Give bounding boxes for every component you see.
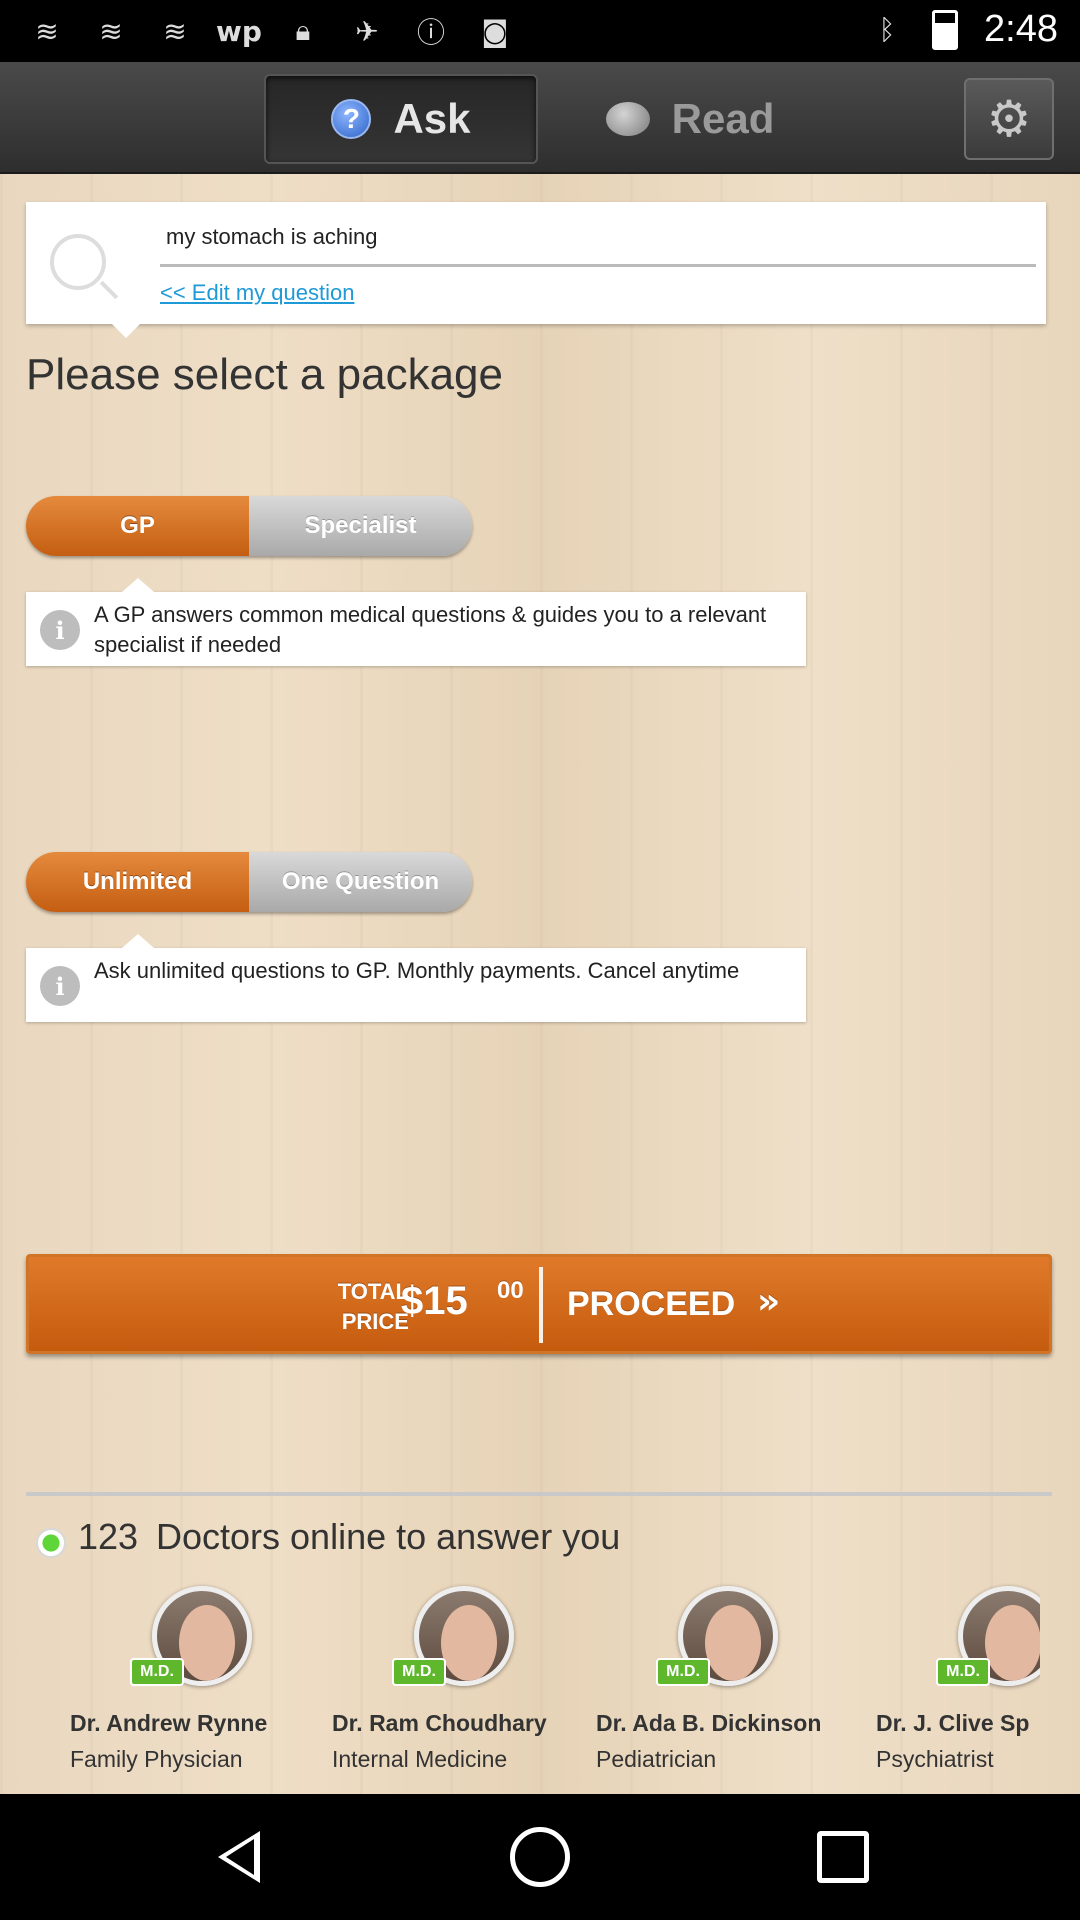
package-type-toggle: GP Specialist — [26, 496, 472, 556]
info-pointer — [122, 578, 154, 592]
status-bar: ≋ ≋ ≋ wp 🔒︎ ✈︎ ⓘ ◙ ᛒ 2:48 — [0, 0, 1080, 62]
proceed-button[interactable]: PROCEED — [567, 1285, 735, 1324]
notification-icon: ≋ — [163, 14, 187, 48]
package-type-info: i A GP answers common medical questions … — [26, 578, 806, 666]
gp-option[interactable]: GP — [26, 496, 249, 556]
tab-read[interactable]: Read — [590, 74, 790, 164]
total-price-cents: 00 — [497, 1277, 524, 1304]
one-question-option[interactable]: One Question — [249, 852, 472, 912]
double-chevron-right-icon[interactable]: » — [757, 1281, 780, 1322]
system-nav-bar — [0, 1794, 1080, 1920]
plan-info-text: Ask unlimited questions to GP. Monthly p… — [94, 958, 740, 983]
price-divider — [539, 1267, 543, 1343]
home-icon — [510, 1827, 570, 1887]
back-button[interactable] — [204, 1822, 274, 1892]
price-label: PRICE — [341, 1309, 409, 1334]
lock-icon: 🔒︎ — [295, 14, 311, 47]
online-text: Doctors online to answer you — [156, 1516, 621, 1557]
question-underline — [160, 264, 1036, 267]
total-price-amount: $15 — [401, 1279, 468, 1323]
status-time: 2:48 — [984, 8, 1058, 50]
plan-toggle: Unlimited One Question — [26, 852, 472, 912]
recents-button[interactable] — [808, 1822, 878, 1892]
notification-icon: ≋ — [99, 14, 123, 48]
tab-read-label: Read — [671, 95, 775, 142]
section-divider — [26, 1492, 1052, 1496]
bluetooth-icon: ᛒ — [878, 13, 896, 46]
unlimited-option[interactable]: Unlimited — [26, 852, 249, 912]
plan-info: i Ask unlimited questions to GP. Monthly… — [26, 934, 806, 1022]
tab-ask[interactable]: ? Ask — [264, 74, 538, 164]
question-mark-icon: ? — [331, 99, 372, 139]
question-text: my stomach is aching — [166, 224, 378, 249]
notification-icon: ≋ — [35, 14, 59, 48]
package-type-info-text: A GP answers common medical questions & … — [94, 602, 767, 657]
total-label: TOTAL — [337, 1279, 409, 1304]
online-status-icon — [36, 1528, 66, 1558]
status-bar-left-icons: ≋ ≋ ≋ wp 🔒︎ ✈︎ ⓘ ◙ — [28, 12, 514, 50]
back-icon — [218, 1831, 260, 1883]
total-price-label: TOTAL PRICE — [279, 1277, 409, 1337]
home-button[interactable] — [505, 1822, 575, 1892]
search-icon — [50, 234, 106, 290]
settings-button[interactable]: ⚙ — [964, 78, 1054, 160]
wp-icon: wp — [216, 14, 262, 48]
status-bar-right: ᛒ 2:48 — [868, 8, 1058, 51]
tab-ask-label: Ask — [393, 95, 471, 142]
info-icon: i — [40, 966, 80, 1006]
edit-question-link[interactable]: << Edit my question — [160, 280, 354, 306]
info-icon: ⓘ — [416, 16, 445, 49]
question-card-tail — [112, 324, 140, 338]
battery-icon — [932, 9, 959, 50]
main-content: my stomach is aching << Edit my question… — [0, 174, 1080, 1794]
info-icon: i — [40, 610, 80, 650]
question-card: my stomach is aching << Edit my question — [26, 202, 1046, 338]
speech-bubble-icon — [605, 102, 650, 136]
online-count: 123 — [78, 1516, 139, 1557]
total-price-bar: TOTAL PRICE $15 00 PROCEED » — [26, 1254, 1052, 1354]
top-nav-bar: ? Ask Read ⚙ — [0, 62, 1080, 174]
android-icon: ◙ — [481, 14, 509, 48]
specialist-option[interactable]: Specialist — [249, 496, 472, 556]
info-pointer — [122, 934, 154, 948]
fake-gps-icon: ✈︎ — [355, 14, 379, 48]
page-title: Please select a package — [26, 350, 503, 399]
recents-icon — [817, 1831, 869, 1883]
gear-icon: ⚙ — [986, 90, 1032, 148]
